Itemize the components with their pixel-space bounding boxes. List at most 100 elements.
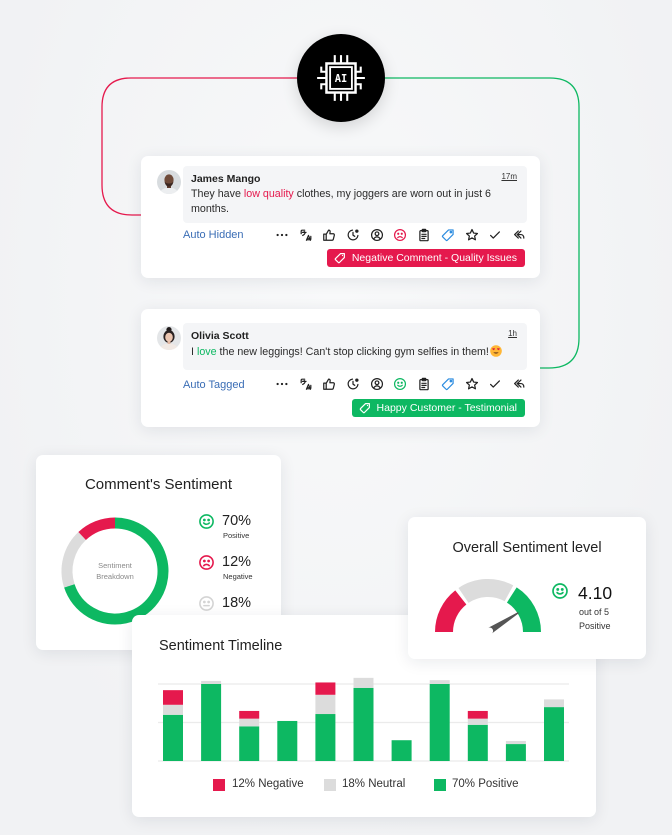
legend-swatch-positive xyxy=(434,779,446,791)
bar-neutral-1 xyxy=(163,704,183,715)
legend-label-neutral: 18% Neutral xyxy=(342,778,406,790)
auto-tagged-status-link[interactable]: Auto Tagged xyxy=(183,379,245,391)
comment-bubble: Olivia Scott 1h I love the new leggings!… xyxy=(183,323,527,370)
overall-sentiment-card: Overall Sentiment level 4.10 out of 5 Po… xyxy=(408,517,646,659)
comment-action-bar xyxy=(275,228,526,242)
negative-tag-badge[interactable]: Negative Comment - Quality Issues xyxy=(326,249,525,267)
auto-hidden-status-link[interactable]: Auto Hidden xyxy=(183,229,244,241)
sentiment-negative-icon[interactable] xyxy=(393,228,407,242)
like-icon[interactable] xyxy=(322,228,336,242)
translate-icon[interactable] xyxy=(299,377,313,391)
notes-icon[interactable] xyxy=(417,377,431,391)
card-title: Overall Sentiment level xyxy=(452,540,602,556)
bar-negative-3 xyxy=(239,710,260,719)
comment-text: They have low quality clothes, my jogger… xyxy=(191,187,527,217)
bar-positive-4 xyxy=(277,720,298,761)
comment-author: Olivia Scott xyxy=(191,330,249,342)
avatar xyxy=(157,326,181,350)
gauge-zone-positive xyxy=(506,587,541,633)
bar-positive-9 xyxy=(467,724,488,761)
bar-neutral-11 xyxy=(544,699,564,708)
avatar xyxy=(157,170,181,194)
reply-icon[interactable] xyxy=(512,377,526,391)
tag-icon xyxy=(334,252,346,264)
comment-timestamp: 1h xyxy=(508,329,517,338)
comment-card-negative: James Mango 17m They have low quality cl… xyxy=(141,156,540,278)
gauge-needle xyxy=(487,612,519,634)
donut-center-label-line: Sentiment xyxy=(98,561,132,570)
tag-icon xyxy=(359,402,371,414)
check-icon[interactable] xyxy=(488,377,502,391)
sentiment-gauge xyxy=(435,579,541,634)
bar-positive-10 xyxy=(505,744,526,761)
translate-icon[interactable] xyxy=(299,228,313,242)
bar-neutral-2 xyxy=(201,680,222,684)
history-icon[interactable] xyxy=(346,377,360,391)
bar-neutral-9 xyxy=(467,718,488,725)
bar-negative-1 xyxy=(163,690,183,705)
comment-text-part: They have xyxy=(191,188,244,200)
bar-neutral-8 xyxy=(429,680,450,684)
comment-text-part: the new leggings! Can't stop clicking gy… xyxy=(216,346,489,358)
bar-positive-8 xyxy=(429,684,450,761)
frown-icon xyxy=(198,554,215,571)
tag-label: Happy Customer - Testimonial xyxy=(376,402,517,414)
bar-positive-7 xyxy=(391,740,412,761)
tag-icon[interactable] xyxy=(441,228,455,242)
chart-legend: 12% Negative 18% Neutral 70% Positive xyxy=(132,778,596,792)
notes-icon[interactable] xyxy=(417,228,431,242)
smile-icon xyxy=(551,582,569,600)
tag-label: Negative Comment - Quality Issues xyxy=(351,252,517,264)
comment-text: I love the new leggings! Can't stop clic… xyxy=(191,345,527,360)
assign-user-icon[interactable] xyxy=(370,228,384,242)
bar-positive-2 xyxy=(201,684,222,761)
heart-eyes-emoji-icon xyxy=(490,345,502,357)
ai-chip-label: AI xyxy=(335,73,348,85)
comment-action-bar xyxy=(275,377,526,391)
highlighted-keyword: low quality xyxy=(243,188,294,200)
reply-icon[interactable] xyxy=(512,228,526,242)
score-scale-label: out of 5 xyxy=(579,607,610,617)
sentiment-positive-icon[interactable] xyxy=(393,377,407,391)
negative-percent: 12% xyxy=(222,554,252,570)
card-title: Comment's Sentiment xyxy=(84,476,233,493)
bar-neutral-10 xyxy=(505,740,526,745)
legend-label-negative: 12% Negative xyxy=(232,778,304,790)
highlighted-keyword: love xyxy=(196,346,217,358)
legend-label-positive: 70% Positive xyxy=(452,778,519,790)
star-icon[interactable] xyxy=(465,377,479,391)
check-icon[interactable] xyxy=(488,228,502,242)
smile-icon xyxy=(198,513,215,530)
more-icon[interactable] xyxy=(275,377,289,391)
comment-timestamp: 17m xyxy=(501,172,517,181)
bar-positive-1 xyxy=(163,714,183,761)
legend-swatch-negative xyxy=(213,779,225,791)
bar-positive-11 xyxy=(544,707,564,761)
negative-label: Negative xyxy=(223,572,253,581)
donut-center-label: Sentiment Breakdown xyxy=(55,560,175,582)
positive-label: Positive xyxy=(223,531,250,540)
overall-sentiment-label: Positive xyxy=(579,621,611,631)
tag-icon[interactable] xyxy=(441,377,455,391)
bar-negative-9 xyxy=(467,710,488,719)
comment-card-positive: Olivia Scott 1h I love the new leggings!… xyxy=(141,309,540,427)
history-icon[interactable] xyxy=(346,228,360,242)
bar-neutral-5 xyxy=(315,694,336,715)
star-icon[interactable] xyxy=(465,228,479,242)
more-icon[interactable] xyxy=(275,228,289,242)
assign-user-icon[interactable] xyxy=(370,377,384,391)
bar-positive-5 xyxy=(315,714,336,761)
bar-neutral-6 xyxy=(353,677,374,688)
gauge-zone-neutral xyxy=(458,579,514,604)
gauge-zone-negative xyxy=(435,590,467,633)
comment-author: James Mango xyxy=(191,173,261,185)
comment-bubble: James Mango 17m They have low quality cl… xyxy=(183,166,527,223)
legend-swatch-neutral xyxy=(324,779,336,791)
bar-neutral-3 xyxy=(239,718,260,727)
donut-center-label-line: Breakdown xyxy=(96,572,134,581)
ai-hub: AI xyxy=(297,34,385,122)
like-icon[interactable] xyxy=(322,377,336,391)
positive-tag-badge[interactable]: Happy Customer - Testimonial xyxy=(351,399,525,417)
bar-negative-5 xyxy=(315,682,336,695)
neutral-face-icon xyxy=(198,595,215,612)
